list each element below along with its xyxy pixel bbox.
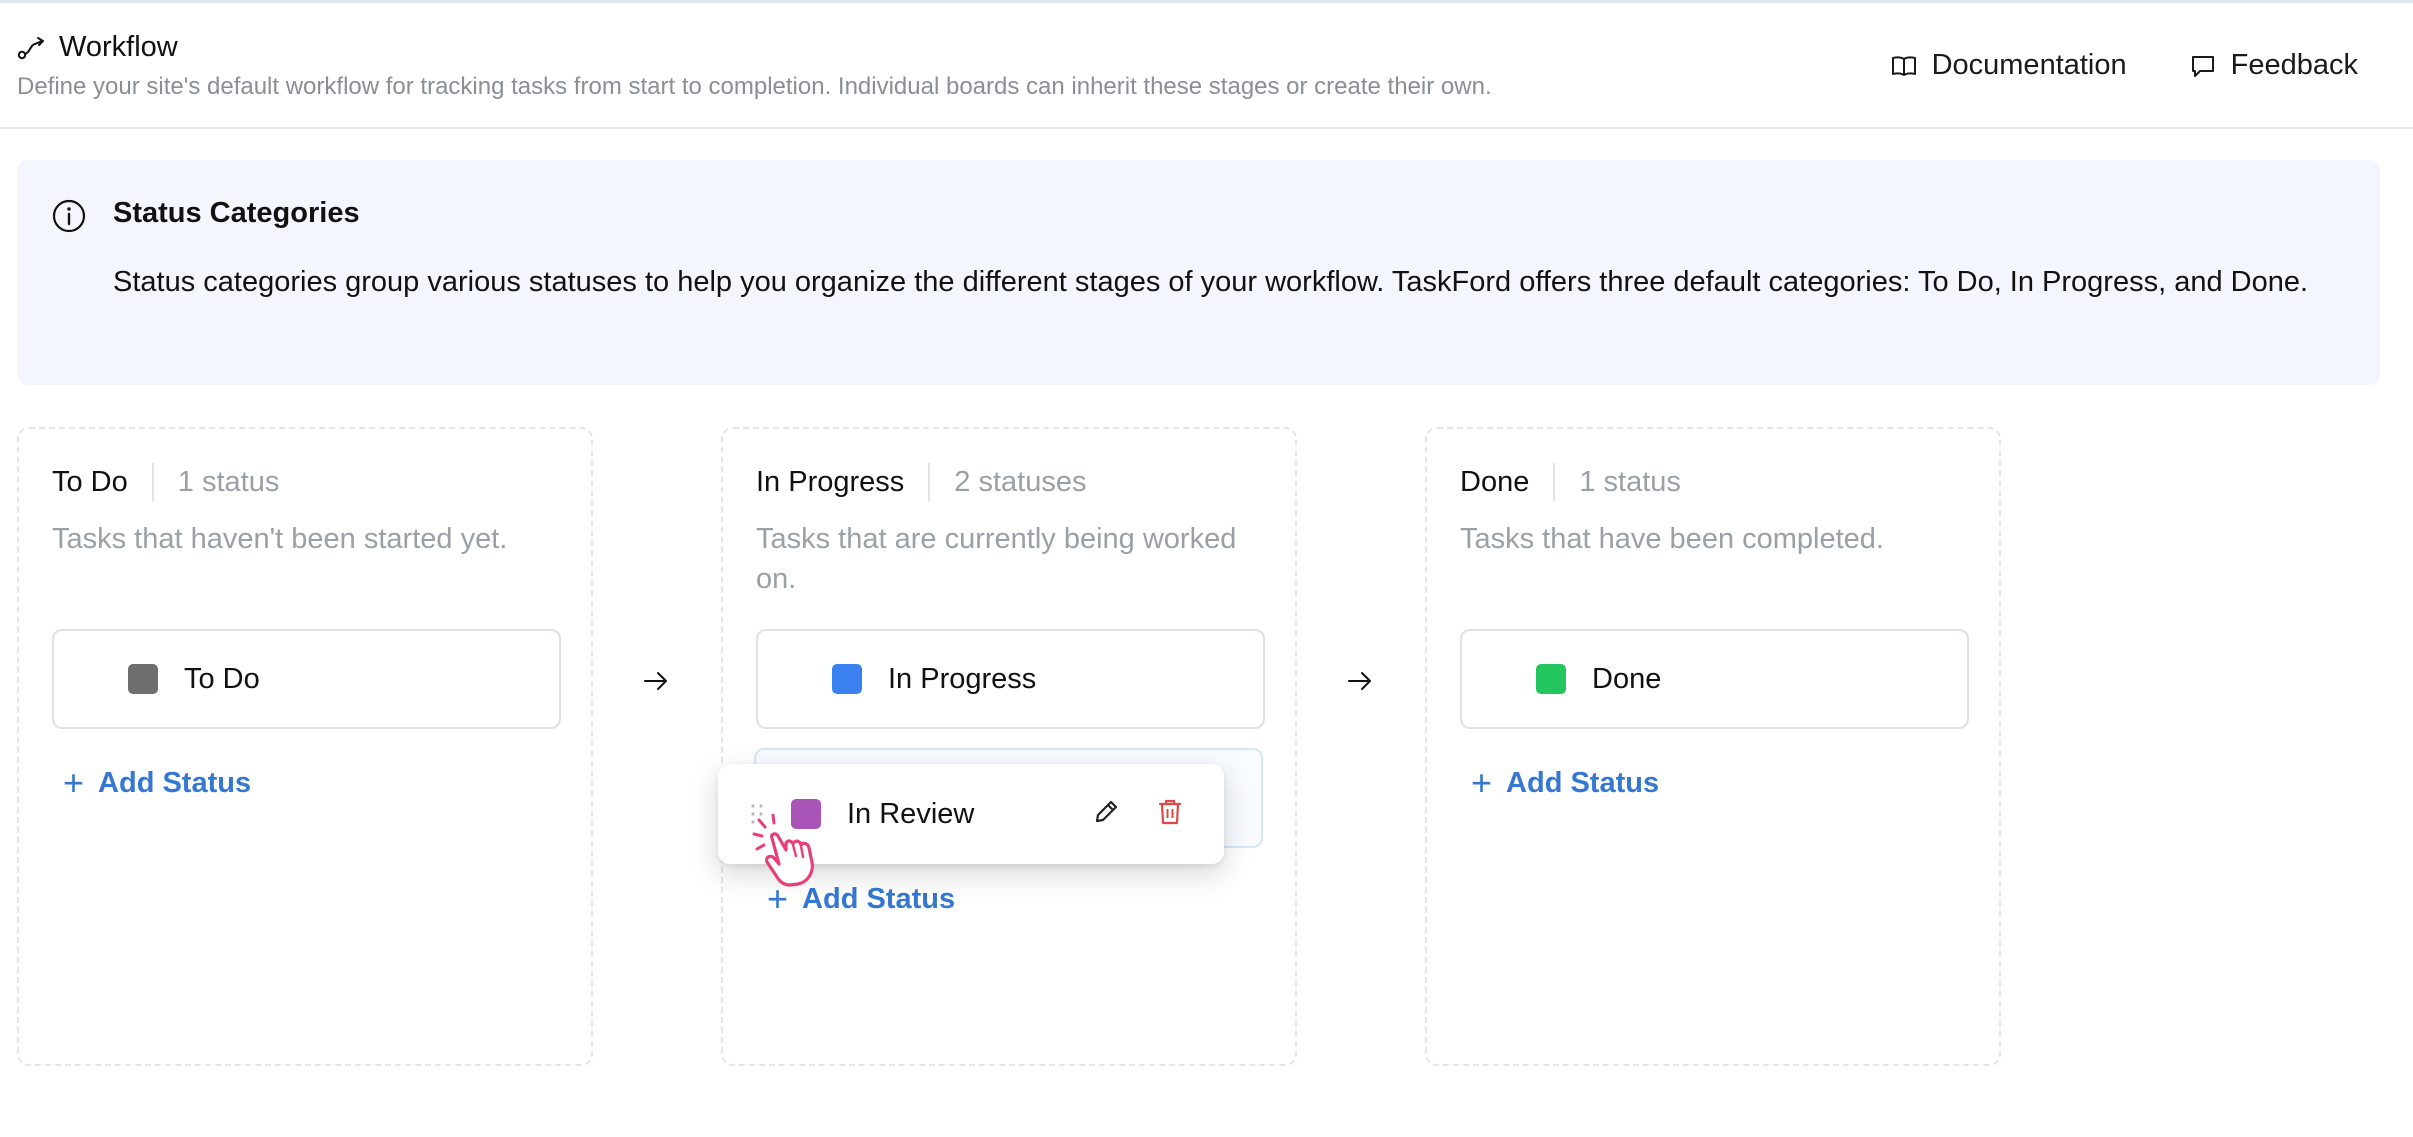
status-label: Done	[1592, 662, 1662, 695]
column-divider	[1553, 463, 1556, 501]
status-label: To Do	[184, 662, 260, 695]
column-count: 2 statuses	[954, 465, 1087, 498]
add-status-button[interactable]: + Add Status	[63, 765, 251, 801]
documentation-button[interactable]: Documentation	[1890, 49, 2127, 82]
page-header: Workflow Define your site's default work…	[0, 3, 2413, 129]
arrow-right-icon	[644, 672, 667, 690]
column-divider	[928, 463, 931, 501]
info-body: Status categories group various statuses…	[113, 266, 2309, 298]
column-description: Tasks that haven't been started yet.	[52, 523, 508, 555]
documentation-label: Documentation	[1931, 49, 2127, 81]
column-name: To Do	[52, 465, 128, 498]
column-count: 1 status	[177, 465, 280, 498]
status-actions	[1090, 796, 1186, 828]
book-icon	[1891, 55, 1916, 76]
workflow-icon	[17, 36, 44, 59]
plus-icon: +	[1471, 762, 1493, 803]
plus-icon: +	[63, 762, 85, 803]
message-icon	[2191, 55, 2214, 77]
status-label: In Progress	[888, 662, 1037, 695]
pencil-icon[interactable]	[1090, 796, 1122, 828]
add-status-button[interactable]: + Add Status	[1471, 765, 1659, 801]
status-label: In Review	[847, 797, 975, 830]
status-color-swatch	[128, 664, 158, 694]
status-card-todo[interactable]: To Do	[52, 629, 561, 729]
status-card-done[interactable]: Done	[1460, 629, 1969, 729]
column-in-progress: In Progress 2 statuses Tasks that are cu…	[721, 427, 1297, 1066]
column-description: Tasks that have been completed.	[1460, 523, 1884, 555]
column-description: Tasks that are currently being worked on…	[756, 523, 1237, 595]
status-color-swatch	[1536, 664, 1566, 694]
column-name: Done	[1460, 465, 1530, 498]
status-card-in-progress[interactable]: In Progress	[756, 629, 1265, 729]
trash-icon[interactable]	[1154, 796, 1186, 828]
column-done: Done 1 status Tasks that have been compl…	[1425, 427, 2001, 1066]
page-subtitle: Define your site's default workflow for …	[17, 73, 1492, 100]
status-color-swatch	[832, 664, 862, 694]
status-categories-info: Status Categories Status categories grou…	[17, 160, 2380, 385]
info-heading: Status Categories	[113, 197, 360, 229]
header-actions: Documentation Feedback	[1890, 49, 2358, 82]
arrow-right-icon	[1348, 672, 1371, 690]
column-header: In Progress 2 statuses	[756, 463, 1086, 501]
column-divider	[151, 463, 154, 501]
page-title: Workflow	[59, 31, 178, 63]
column-name: In Progress	[756, 465, 905, 498]
title-row: Workflow	[17, 31, 178, 64]
column-count: 1 status	[1579, 465, 1681, 498]
add-status-label: Add Status	[1506, 766, 1660, 799]
column-todo: To Do 1 status Tasks that haven't been s…	[17, 427, 593, 1066]
add-status-label: Add Status	[98, 766, 252, 799]
column-header: To Do 1 status	[52, 463, 279, 501]
hand-cursor-icon	[752, 814, 814, 887]
feedback-button[interactable]: Feedback	[2189, 49, 2358, 82]
info-icon	[52, 199, 86, 233]
feedback-label: Feedback	[2230, 49, 2358, 81]
column-header: Done 1 status	[1460, 463, 1681, 501]
